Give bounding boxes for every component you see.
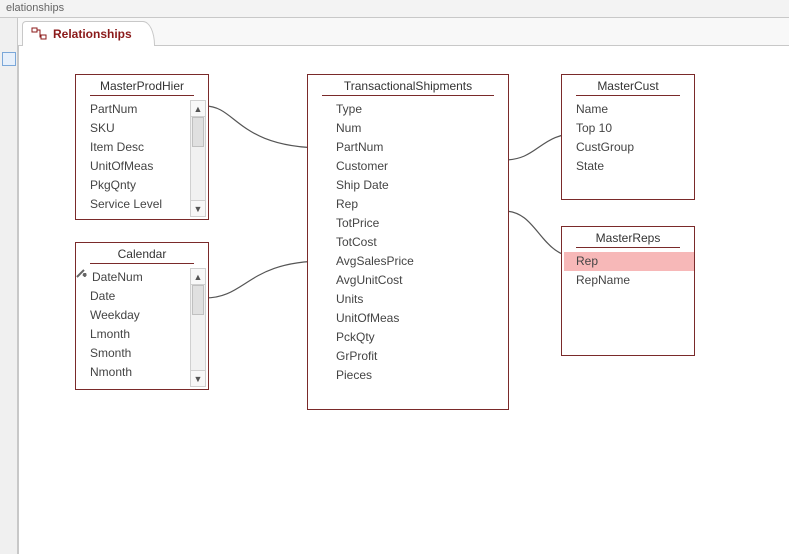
table-title: Calendar bbox=[76, 243, 208, 263]
field-item[interactable]: UnitOfMeas bbox=[88, 157, 190, 176]
field-list: Type Num PartNum Customer Ship Date Rep … bbox=[308, 98, 508, 387]
table-title: MasterProdHier bbox=[76, 75, 208, 95]
field-list: DateNum Date Weekday Lmonth Smonth Nmont… bbox=[76, 266, 208, 384]
field-item[interactable]: Units bbox=[334, 290, 508, 309]
field-item[interactable]: Rep bbox=[334, 195, 508, 214]
field-item[interactable]: Type bbox=[334, 100, 508, 119]
table-title: MasterReps bbox=[562, 227, 694, 247]
table-masterreps[interactable]: MasterReps Rep RepName bbox=[561, 226, 695, 356]
field-item[interactable]: PartNum bbox=[334, 138, 508, 157]
field-item[interactable]: Weekday bbox=[88, 306, 190, 325]
field-item-selected[interactable]: Rep bbox=[564, 252, 694, 271]
table-title-rule bbox=[90, 95, 194, 96]
table-mastercust[interactable]: MasterCust Name Top 10 CustGroup State bbox=[561, 74, 695, 200]
scroll-up-button[interactable]: ▲ bbox=[191, 269, 205, 285]
table-title-rule bbox=[576, 247, 680, 248]
field-list: PartNum SKU Item Desc UnitOfMeas PkgQnty… bbox=[76, 98, 208, 216]
window-titlebar-fragment: elationships bbox=[0, 0, 789, 18]
nav-pane-toggle-icon[interactable] bbox=[2, 52, 16, 66]
field-item[interactable]: Item Desc bbox=[88, 138, 190, 157]
scroll-thumb[interactable] bbox=[192, 117, 204, 147]
field-item[interactable]: RepName bbox=[564, 271, 694, 290]
tabbar-left-gutter bbox=[0, 18, 18, 46]
scroll-thumb[interactable] bbox=[192, 285, 204, 315]
field-list: Rep RepName bbox=[562, 250, 694, 292]
scroll-down-button[interactable]: ▼ bbox=[191, 370, 205, 386]
relationships-icon bbox=[31, 26, 47, 42]
scroll-track[interactable] bbox=[191, 285, 205, 370]
tab-relationships[interactable]: Relationships bbox=[22, 21, 155, 47]
field-item[interactable]: CustGroup bbox=[574, 138, 694, 157]
table-title: MasterCust bbox=[562, 75, 694, 95]
window-title-hint: elationships bbox=[6, 2, 64, 14]
field-item[interactable]: TotCost bbox=[334, 233, 508, 252]
table-calendar[interactable]: Calendar DateNum Date Weekday Lmonth Smo… bbox=[75, 242, 209, 390]
field-list: Name Top 10 CustGroup State bbox=[562, 98, 694, 178]
field-item[interactable]: SKU bbox=[88, 119, 190, 138]
field-scrollbar[interactable]: ▲ ▼ bbox=[190, 268, 206, 387]
field-item[interactable]: Smonth bbox=[88, 344, 190, 363]
field-item[interactable]: Top 10 bbox=[574, 119, 694, 138]
tab-label: Relationships bbox=[53, 27, 132, 41]
document-tabbar: Relationships bbox=[0, 18, 789, 46]
field-item[interactable]: Num bbox=[334, 119, 508, 138]
table-title-rule bbox=[90, 263, 194, 264]
field-item[interactable]: PkgQnty bbox=[88, 176, 190, 195]
field-item[interactable]: PckQty bbox=[334, 328, 508, 347]
field-item[interactable]: State bbox=[574, 157, 694, 176]
field-item[interactable]: TotPrice bbox=[334, 214, 508, 233]
field-item[interactable]: Name bbox=[574, 100, 694, 119]
field-item[interactable]: AvgUnitCost bbox=[334, 271, 508, 290]
field-item[interactable]: GrProfit bbox=[334, 347, 508, 366]
field-item[interactable]: Ship Date bbox=[334, 176, 508, 195]
table-title-rule bbox=[322, 95, 494, 96]
table-title: TransactionalShipments bbox=[308, 75, 508, 95]
table-transactionalshipments[interactable]: TransactionalShipments Type Num PartNum … bbox=[307, 74, 509, 410]
field-item[interactable]: AvgSalesPrice bbox=[334, 252, 508, 271]
scroll-track[interactable] bbox=[191, 117, 205, 200]
field-item[interactable]: PartNum bbox=[88, 100, 190, 119]
field-item[interactable]: Date bbox=[88, 287, 190, 306]
relationships-canvas[interactable]: MasterProdHier PartNum SKU Item Desc Uni… bbox=[18, 46, 789, 554]
field-item[interactable]: Pieces bbox=[334, 366, 508, 385]
field-scrollbar[interactable]: ▲ ▼ bbox=[190, 100, 206, 217]
field-item[interactable]: Customer bbox=[334, 157, 508, 176]
field-item[interactable]: Lmonth bbox=[88, 325, 190, 344]
field-item[interactable]: Service Level bbox=[88, 195, 190, 214]
left-rail bbox=[0, 46, 18, 554]
table-title-rule bbox=[576, 95, 680, 96]
field-item[interactable]: Nmonth bbox=[88, 363, 190, 382]
table-masterprodhier[interactable]: MasterProdHier PartNum SKU Item Desc Uni… bbox=[75, 74, 209, 220]
field-item-key[interactable]: DateNum bbox=[88, 268, 190, 287]
field-item[interactable]: UnitOfMeas bbox=[334, 309, 508, 328]
scroll-down-button[interactable]: ▼ bbox=[191, 200, 205, 216]
scroll-up-button[interactable]: ▲ bbox=[191, 101, 205, 117]
